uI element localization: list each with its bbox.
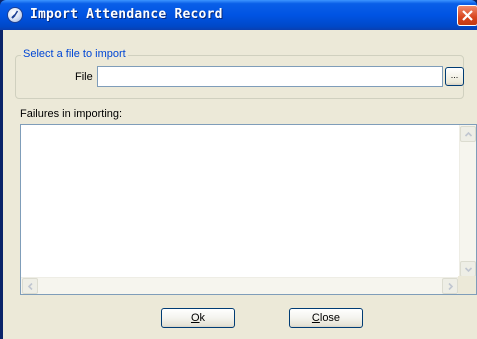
file-path-input[interactable] <box>97 66 443 87</box>
close-icon <box>462 10 473 21</box>
close-button[interactable]: Close <box>289 308 363 328</box>
app-clock-icon <box>7 7 23 23</box>
ok-mnemonic: O <box>190 312 200 324</box>
close-label-rest: lose <box>319 312 341 324</box>
vertical-scrollbar[interactable] <box>459 125 476 278</box>
file-select-group-legend: Select a file to import <box>21 48 128 60</box>
close-window-button[interactable] <box>457 5 477 26</box>
chevron-right-icon <box>448 282 454 291</box>
horizontal-scrollbar[interactable] <box>21 277 459 294</box>
ok-label-rest: k <box>199 312 206 324</box>
failures-label: Failures in importing: <box>20 108 123 120</box>
window-title: Import Attendance Record <box>30 7 223 22</box>
chevron-left-icon <box>27 282 33 291</box>
scroll-up-button[interactable] <box>460 126 476 142</box>
scrollbar-corner <box>458 276 476 294</box>
scroll-down-button[interactable] <box>460 261 476 277</box>
scroll-left-button[interactable] <box>22 278 38 294</box>
file-label: File <box>75 71 93 83</box>
dialog-body: Select a file to import File ... Failure… <box>3 30 477 339</box>
failures-list[interactable] <box>20 124 477 295</box>
browse-button[interactable]: ... <box>445 67 464 86</box>
chevron-down-icon <box>464 267 473 273</box>
import-dialog: Import Attendance Record Select a file t… <box>0 0 477 339</box>
title-bar[interactable]: Import Attendance Record <box>0 0 477 30</box>
scroll-right-button[interactable] <box>442 278 458 294</box>
close-mnemonic: C <box>311 312 320 324</box>
ok-button[interactable]: Ok <box>161 308 235 328</box>
chevron-up-icon <box>464 131 473 137</box>
